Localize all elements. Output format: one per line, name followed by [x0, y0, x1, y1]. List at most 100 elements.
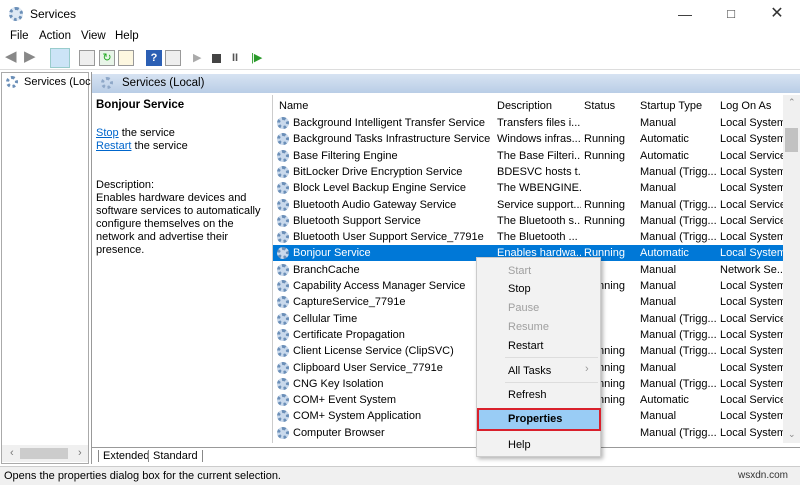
tab-standard[interactable]: Standard: [148, 450, 203, 462]
service-startup-type: Automatic (D...: [640, 441, 718, 443]
service-gear-icon: [277, 378, 289, 390]
service-logon: Local System: [720, 245, 783, 261]
service-logon: Local System: [720, 425, 783, 441]
service-row[interactable]: Base Filtering EngineThe Base Filteri...…: [273, 148, 783, 164]
service-gear-icon: [277, 150, 289, 162]
column-description[interactable]: Description: [497, 100, 552, 112]
menu-item-properties[interactable]: Properties: [477, 408, 601, 431]
pause-service-icon[interactable]: II: [232, 50, 248, 66]
service-name: Client License Service (ClipSVC): [293, 343, 493, 359]
service-startup-type: Manual (Trigg...: [640, 311, 718, 327]
service-logon: Local System: [720, 180, 783, 196]
service-logon: Local System: [720, 360, 783, 376]
service-logon: Network Se...: [720, 262, 783, 278]
start-service-icon[interactable]: ▶: [193, 50, 209, 66]
column-status[interactable]: Status: [584, 100, 615, 112]
service-gear-icon: [277, 410, 289, 422]
services-icon: [101, 77, 113, 89]
service-logon: Local System: [720, 164, 783, 180]
description-label: Description:: [96, 179, 271, 192]
export-list-icon[interactable]: [118, 50, 134, 66]
menu-file[interactable]: File: [10, 30, 29, 42]
show-action-pane-icon[interactable]: [165, 50, 181, 66]
service-name: BranchCache: [293, 262, 493, 278]
help-icon[interactable]: ?: [146, 50, 162, 66]
status-text: Opens the properties dialog box for the …: [4, 470, 281, 482]
menu-item-resume[interactable]: Resume: [508, 321, 549, 333]
service-name: BitLocker Drive Encryption Service: [293, 164, 493, 180]
menu-item-all-tasks[interactable]: All Tasks: [508, 365, 551, 377]
service-name: Capability Access Manager Service: [293, 278, 493, 294]
back-icon[interactable]: ◀: [5, 50, 21, 66]
refresh-icon[interactable]: ↻: [99, 50, 115, 66]
menu-item-help[interactable]: Help: [508, 439, 531, 451]
service-logon: Local Service: [720, 148, 783, 164]
column-log-on-as[interactable]: Log On As: [720, 100, 771, 112]
toolbar: ◀ ▶ ↻ ? ▶ II |▶: [0, 46, 800, 70]
column-startup-type[interactable]: Startup Type: [640, 100, 702, 112]
service-row[interactable]: Block Level Backup Engine ServiceThe WBE…: [273, 180, 783, 196]
menu-bar: File Action View Help: [0, 28, 800, 46]
column-name[interactable]: Name: [279, 100, 308, 112]
menu-item-restart[interactable]: Restart: [508, 340, 543, 352]
stop-service-icon[interactable]: [212, 54, 221, 63]
service-logon: Local System: [720, 229, 783, 245]
service-logon: Local System: [720, 408, 783, 424]
forward-icon[interactable]: ▶: [24, 50, 40, 66]
service-gear-icon: [277, 329, 289, 341]
service-logon: Local Service: [720, 213, 783, 229]
tab-extended[interactable]: Extended: [98, 450, 153, 462]
service-description: BDESVC hosts t...: [497, 164, 581, 180]
menu-item-stop[interactable]: Stop: [508, 283, 531, 295]
service-detail-pane: Bonjour Service Stop the service Restart…: [96, 99, 271, 257]
service-gear-icon: [277, 280, 289, 292]
service-gear-icon: [277, 215, 289, 227]
service-logon: Local System: [720, 294, 783, 310]
service-startup-type: Manual: [640, 262, 718, 278]
properties-toolbar-icon[interactable]: [79, 50, 95, 66]
service-row[interactable]: Background Intelligent Transfer ServiceT…: [273, 115, 783, 131]
service-name: CNG Key Isolation: [293, 376, 493, 392]
service-status: Running: [584, 197, 636, 213]
description-text: Enables hardware devices and software se…: [96, 192, 271, 257]
service-startup-type: Manual (Trigg...: [640, 343, 718, 359]
menu-item-pause[interactable]: Pause: [508, 302, 539, 314]
service-row[interactable]: Bluetooth User Support Service_7791eThe …: [273, 229, 783, 245]
service-startup-type: Manual: [640, 180, 718, 196]
service-gear-icon: [277, 427, 289, 439]
submenu-arrow-icon: ›: [585, 363, 589, 375]
restart-service-link[interactable]: Restart: [96, 140, 131, 152]
service-startup-type: Automatic: [640, 148, 718, 164]
show-hide-console-tree-icon[interactable]: [50, 48, 70, 68]
service-logon: Local Service: [720, 441, 783, 443]
maximize-button[interactable]: □: [708, 0, 754, 28]
scrollbar-thumb[interactable]: [785, 128, 798, 152]
close-button[interactable]: ✕: [754, 0, 800, 28]
service-row[interactable]: Bluetooth Audio Gateway ServiceService s…: [273, 197, 783, 213]
service-status: Running: [584, 213, 636, 229]
service-startup-type: Manual: [640, 278, 718, 294]
menu-item-start[interactable]: Start: [508, 265, 531, 277]
menu-help[interactable]: Help: [115, 30, 139, 42]
stop-service-link[interactable]: Stop: [96, 127, 119, 139]
service-row[interactable]: BitLocker Drive Encryption ServiceBDESVC…: [273, 164, 783, 180]
restart-service-icon[interactable]: |▶: [251, 50, 267, 66]
menu-view[interactable]: View: [81, 30, 106, 42]
properties-label: Properties: [508, 413, 562, 425]
service-gear-icon: [277, 133, 289, 145]
service-row[interactable]: Bluetooth Support ServiceThe Bluetooth s…: [273, 213, 783, 229]
menu-action[interactable]: Action: [39, 30, 71, 42]
service-name: Cellular Time: [293, 311, 493, 327]
vertical-scrollbar[interactable]: ⌃ ⌄: [783, 95, 800, 443]
menu-item-refresh[interactable]: Refresh: [508, 389, 547, 401]
service-startup-type: Manual (Trigg...: [640, 229, 718, 245]
tree-item-services-local[interactable]: Services (Local: [24, 76, 99, 88]
restart-suffix: the service: [131, 140, 187, 152]
minimize-button[interactable]: —: [662, 0, 708, 28]
stop-suffix: the service: [119, 127, 175, 139]
service-row[interactable]: Background Tasks Infrastructure ServiceW…: [273, 131, 783, 147]
service-gear-icon: [277, 231, 289, 243]
pane-header-title: Services (Local): [122, 77, 204, 89]
service-description: Windows infras...: [497, 131, 581, 147]
tree-horizontal-scrollbar[interactable]: ‹ ›: [2, 445, 88, 462]
